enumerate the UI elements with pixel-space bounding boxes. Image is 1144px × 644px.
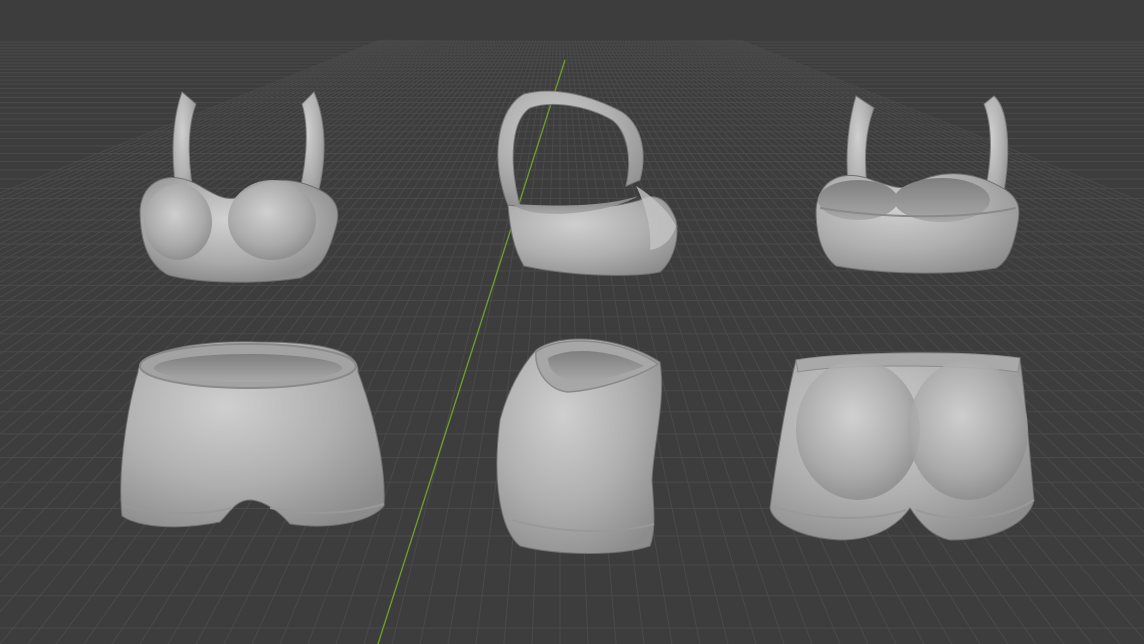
grid-line-v [0, 39, 396, 215]
grid-line-v [715, 39, 1144, 240]
grid-line-v [251, 39, 528, 644]
3d-viewport[interactable] [0, 0, 1144, 644]
grid-line-v [727, 39, 1144, 221]
grid-line-v [640, 39, 1144, 491]
grid-line-v [307, 39, 534, 644]
grid-line-v [667, 39, 1144, 361]
grid-line-v [736, 39, 1144, 208]
grid-line-v [721, 39, 1144, 230]
grid-line-v [634, 39, 1144, 533]
grid-line-v [583, 39, 785, 644]
grid-line-v [700, 39, 1144, 269]
grid-line-v [682, 39, 1144, 313]
grid-line-v [0, 39, 411, 239]
mesh-shorts-back[interactable] [769, 352, 1035, 541]
grid-line-v [628, 39, 1144, 582]
mesh-bra-front[interactable] [139, 91, 339, 283]
grid-line-v [601, 39, 953, 644]
grid-line-v [673, 39, 1144, 340]
grid-line-v [598, 39, 925, 644]
grid-line-v [712, 39, 1144, 245]
grid-line-v [709, 39, 1144, 251]
mesh-shorts-front[interactable] [120, 341, 385, 528]
grid-line-v [685, 39, 1144, 305]
grid-line-v [739, 39, 1144, 204]
grid-line-v [0, 39, 387, 202]
grid-line-v [391, 39, 543, 644]
grid-line-v [697, 39, 1144, 275]
grid-line-v [447, 39, 549, 644]
grid-line-v [0, 39, 402, 224]
grid-line-v [0, 39, 435, 291]
mesh-bra-back[interactable] [815, 95, 1020, 274]
grid-line-v [724, 39, 1144, 225]
mesh-shorts-side[interactable] [496, 338, 663, 554]
grid-line-v [0, 39, 384, 198]
grid-line-v [0, 39, 399, 219]
